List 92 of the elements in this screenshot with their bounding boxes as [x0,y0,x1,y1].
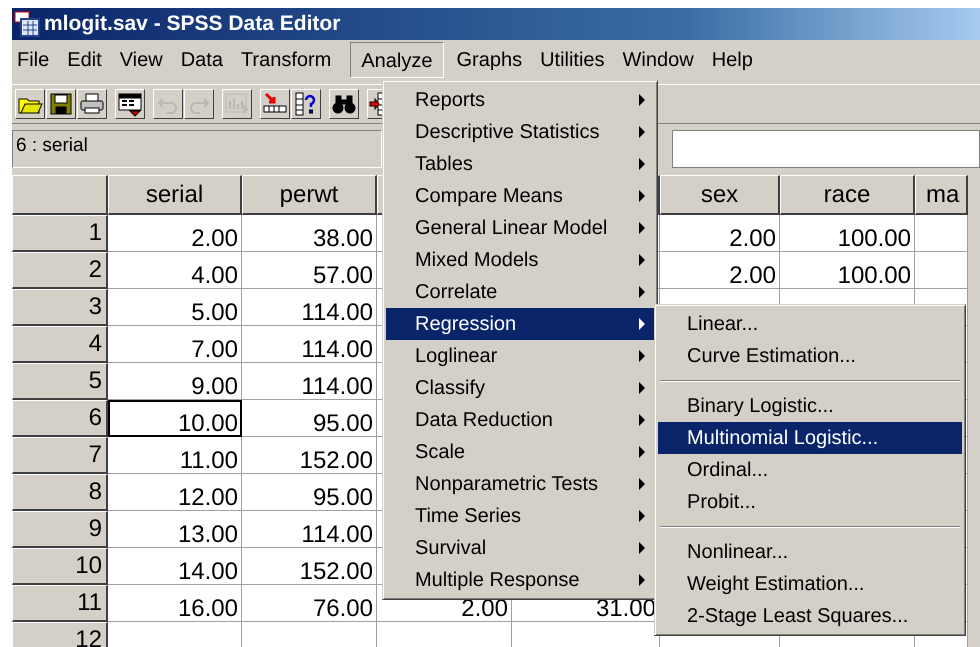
menu-item[interactable]: Mixed Models [386,244,654,276]
menu-item[interactable]: Linear... [658,308,962,340]
table-cell: 14.00 [108,548,242,585]
menu-item[interactable]: Time Series [386,500,654,532]
menu-item[interactable]: Loglinear [386,340,654,372]
menu-item[interactable]: Compare Means [386,180,654,212]
menu-item[interactable]: Data Reduction [386,404,654,436]
column-header[interactable]: race [780,175,915,215]
toolbar-button[interactable] [329,89,359,119]
table-cell: 10.00 [108,400,242,437]
column-header[interactable]: sex [660,175,780,215]
table-cell: 76.00 [242,585,377,622]
row-header[interactable]: 5 [12,363,108,400]
table-cell: 5.00 [108,289,242,326]
row-header[interactable]: 3 [12,289,108,326]
menu-item[interactable]: Regression [386,308,654,340]
toolbar-button[interactable] [291,89,321,119]
table-cell: 114.00 [242,363,377,400]
table-cell: 152.00 [242,437,377,474]
table-cell: 38.00 [242,215,377,252]
menu-item[interactable]: Transform [236,42,342,78]
toolbar-button[interactable] [260,89,290,119]
menu-item[interactable]: Descriptive Statistics [386,116,654,148]
chart-icon [224,91,250,117]
menu-item[interactable]: Edit [62,42,112,78]
table-cell: 4.00 [108,252,242,289]
row-header[interactable]: 11 [12,585,108,622]
menu-item[interactable]: General Linear Model [386,212,654,244]
table-cell: 7.00 [108,326,242,363]
row-header[interactable]: 9 [12,511,108,548]
row-header[interactable]: 6 [12,400,108,437]
menu-item[interactable]: Nonparametric Tests [386,468,654,500]
menu-item[interactable]: Nonlinear... [658,536,962,568]
menu-item[interactable]: Tables [386,148,654,180]
table-cell: 95.00 [242,400,377,437]
grid-corner[interactable] [12,175,108,215]
column-header[interactable]: ma [915,175,968,215]
window-title: mlogit.sav - SPSS Data Editor [44,12,340,36]
menu-item[interactable]: Scale [386,436,654,468]
table-cell: 152.00 [242,548,377,585]
table-cell: 2.00 [108,215,242,252]
menu-item[interactable]: Classify [386,372,654,404]
row-header[interactable]: 7 [12,437,108,474]
table-cell: 114.00 [242,289,377,326]
table-cell [915,215,968,252]
menu-item[interactable]: Correlate [386,276,654,308]
menu-item[interactable]: Binary Logistic... [658,390,962,422]
menu-item[interactable]: Multinomial Logistic... [658,422,962,454]
menu-item[interactable]: File [12,42,60,78]
row-header[interactable]: 8 [12,474,108,511]
menu-item[interactable]: Ordinal... [658,454,962,486]
menu-item[interactable]: View [114,42,173,78]
row-header[interactable]: 2 [12,252,108,289]
table-cell [915,252,968,289]
table-cell: 13.00 [108,511,242,548]
table-cell: 114.00 [242,511,377,548]
toolbar-button[interactable] [15,89,45,119]
table-cell: 9.00 [108,363,242,400]
row-header[interactable]: 10 [12,548,108,585]
value-field[interactable] [672,130,980,168]
table-cell: 2.00 [660,215,780,252]
menu-item[interactable]: Utilities [535,42,615,78]
cell-reference: 6 : serial [12,130,382,168]
menu-item[interactable]: Survival [386,532,654,564]
menu-item[interactable]: Reports [386,84,654,116]
table-cell: 57.00 [242,252,377,289]
menu-item[interactable]: Analyze [350,42,444,78]
table-cell: 100.00 [780,252,915,289]
menu-item[interactable]: Weight Estimation... [658,568,962,600]
menu-item[interactable]: Help [706,42,763,78]
table-cell: 12.00 [108,474,242,511]
toolbar-button[interactable] [115,89,145,119]
column-header[interactable]: perwt [242,175,377,215]
row-header[interactable]: 1 [12,215,108,252]
menu-item[interactable]: 2-Stage Least Squares... [658,600,962,632]
menu-item[interactable]: Curve Estimation... [658,340,962,372]
app-icon [14,11,40,37]
table-cell: 16.00 [108,585,242,622]
toolbar-button[interactable] [77,89,107,119]
table-cell: 2.00 [660,252,780,289]
menu-item[interactable]: Probit... [658,486,962,518]
table-cell: 95.00 [242,474,377,511]
table-cell: 100.00 [780,215,915,252]
table-cell: 11.00 [108,437,242,474]
row-header[interactable]: 4 [12,326,108,363]
table-cell: 114.00 [242,326,377,363]
menu-item[interactable]: Window [618,42,704,78]
menu-item[interactable]: Graphs [452,42,532,78]
toolbar-button[interactable] [46,89,76,119]
row-header[interactable]: 12 [12,622,108,647]
menu-item[interactable]: Data [176,42,233,78]
column-header[interactable]: serial [108,175,242,215]
